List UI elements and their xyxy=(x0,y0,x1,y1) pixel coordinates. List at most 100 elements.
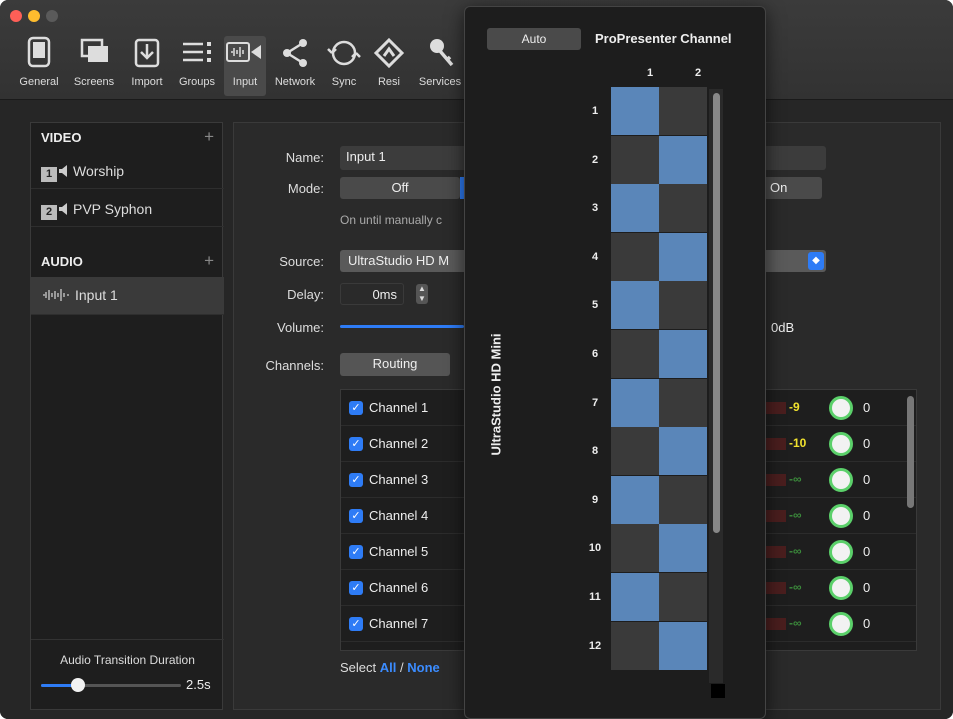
row-header: 12 xyxy=(588,639,602,652)
channel-checkbox[interactable]: ✓ xyxy=(349,473,363,487)
sync-icon xyxy=(327,40,361,66)
add-audio-button[interactable]: + xyxy=(204,251,214,271)
toolbar-import[interactable]: Import xyxy=(122,36,172,96)
sidebar-item-label: PVP Syphon xyxy=(73,201,153,217)
sidebar-item-input-1[interactable]: Input 1 xyxy=(31,277,224,315)
speaker-icon xyxy=(59,165,67,177)
toolbar-network[interactable]: Network xyxy=(268,36,322,96)
sidebar-item-pvp-syphon[interactable]: 2 PVP Syphon xyxy=(31,191,224,227)
routing-cell[interactable] xyxy=(611,330,659,378)
routing-cell[interactable] xyxy=(611,184,659,233)
toolbar-services[interactable]: Services xyxy=(414,36,466,96)
channel-db-value: -∞ xyxy=(789,508,802,522)
toolbar-label: Services xyxy=(418,76,462,88)
row-header: 7 xyxy=(591,396,599,409)
routing-popover: Auto ProPresenter Channel UltraStudio HD… xyxy=(464,6,766,719)
select-bar: Select All / None xyxy=(340,660,440,675)
routing-cell[interactable] xyxy=(611,135,659,184)
routing-cell[interactable] xyxy=(659,378,707,427)
routing-cell[interactable] xyxy=(659,621,707,670)
channel-db-value: -∞ xyxy=(789,580,802,594)
routing-cell[interactable] xyxy=(611,232,659,281)
routing-cell[interactable] xyxy=(659,330,707,378)
routing-cell[interactable] xyxy=(659,427,707,476)
routing-cell[interactable] xyxy=(659,232,707,281)
video-header-label: VIDEO xyxy=(41,130,82,145)
routing-cell[interactable] xyxy=(611,87,659,135)
general-icon xyxy=(27,36,51,68)
routing-cell[interactable] xyxy=(611,427,659,476)
routing-cell[interactable] xyxy=(659,281,707,330)
row-header: 10 xyxy=(588,542,602,555)
propresenter-channel-title: ProPresenter Channel xyxy=(595,31,732,46)
delay-input[interactable]: 0ms xyxy=(340,283,404,305)
routing-cell[interactable] xyxy=(659,524,707,573)
mode-off-button[interactable]: Off xyxy=(340,177,460,199)
minimize-window-button[interactable] xyxy=(28,10,40,22)
routing-cell[interactable] xyxy=(659,475,707,524)
routing-cell[interactable] xyxy=(611,524,659,573)
mode-on-label: On xyxy=(770,180,788,195)
channel-checkbox[interactable]: ✓ xyxy=(349,617,363,631)
routing-cell[interactable] xyxy=(659,573,707,621)
toolbar-sync[interactable]: Sync xyxy=(324,36,364,96)
routing-cell[interactable] xyxy=(611,378,659,427)
audio-header-label: AUDIO xyxy=(41,254,83,269)
gain-knob[interactable] xyxy=(829,432,853,456)
delay-stepper[interactable]: ▲ ▼ xyxy=(416,284,428,304)
routing-button[interactable]: Routing xyxy=(340,353,450,376)
zoom-window-button[interactable] xyxy=(46,10,58,22)
waveform-icon xyxy=(43,289,69,301)
close-window-button[interactable] xyxy=(10,10,22,22)
screen-number-badge: 2 xyxy=(41,205,57,220)
gain-knob[interactable] xyxy=(829,468,853,492)
routing-cell[interactable] xyxy=(659,184,707,233)
delay-label: Delay: xyxy=(287,287,324,302)
name-label: Name: xyxy=(285,150,324,165)
gain-knob[interactable] xyxy=(829,396,853,420)
volume-label: Volume: xyxy=(277,320,324,335)
add-video-button[interactable]: + xyxy=(204,127,214,147)
gain-knob[interactable] xyxy=(829,612,853,636)
toolbar-groups[interactable]: Groups xyxy=(172,36,222,96)
sidebar-item-worship[interactable]: 1 Worship xyxy=(31,153,224,189)
channels-scrollbar[interactable] xyxy=(907,396,914,508)
gain-knob[interactable] xyxy=(829,576,853,600)
select-none-link[interactable]: None xyxy=(407,660,440,675)
channel-checkbox[interactable]: ✓ xyxy=(349,509,363,523)
channel-name: Channel 4 xyxy=(369,508,429,523)
matrix-scrollbar[interactable] xyxy=(713,93,720,533)
sidebar-item-label: Worship xyxy=(73,163,125,179)
routing-cell[interactable] xyxy=(611,475,659,524)
mode-off-label: Off xyxy=(391,180,409,195)
row-header: 11 xyxy=(589,591,601,603)
routing-cell[interactable] xyxy=(611,573,659,621)
channel-name: Channel 6 xyxy=(369,580,429,595)
toolbar-general[interactable]: General xyxy=(14,36,64,96)
channel-checkbox[interactable]: ✓ xyxy=(349,545,363,559)
routing-cell[interactable] xyxy=(611,621,659,670)
sidebar-item-label: Input 1 xyxy=(75,287,118,303)
transition-duration-slider[interactable] xyxy=(41,675,181,695)
routing-cell[interactable] xyxy=(659,87,707,135)
channel-checkbox[interactable]: ✓ xyxy=(349,401,363,415)
routing-cell[interactable] xyxy=(659,135,707,184)
mode-hint-text: On until manually c xyxy=(340,213,443,227)
channel-checkbox[interactable]: ✓ xyxy=(349,437,363,451)
channel-name: Channel 5 xyxy=(369,544,429,559)
toolbar-screens[interactable]: Screens xyxy=(66,36,122,96)
services-icon xyxy=(430,39,454,67)
select-all-link[interactable]: All xyxy=(380,660,397,675)
toolbar-resi[interactable]: Resi xyxy=(366,36,412,96)
routing-cell[interactable] xyxy=(611,281,659,330)
auto-button[interactable]: Auto xyxy=(487,28,581,50)
toolbar-label: Input xyxy=(232,76,258,88)
source-chevron-icon[interactable]: ◆ xyxy=(808,252,824,270)
slider-knob[interactable] xyxy=(71,678,85,692)
toolbar-input[interactable]: Input xyxy=(224,36,266,96)
gain-knob[interactable] xyxy=(829,540,853,564)
channel-checkbox[interactable]: ✓ xyxy=(349,581,363,595)
volume-slider[interactable] xyxy=(340,317,464,337)
mode-on-button[interactable]: On xyxy=(762,177,822,199)
gain-knob[interactable] xyxy=(829,504,853,528)
